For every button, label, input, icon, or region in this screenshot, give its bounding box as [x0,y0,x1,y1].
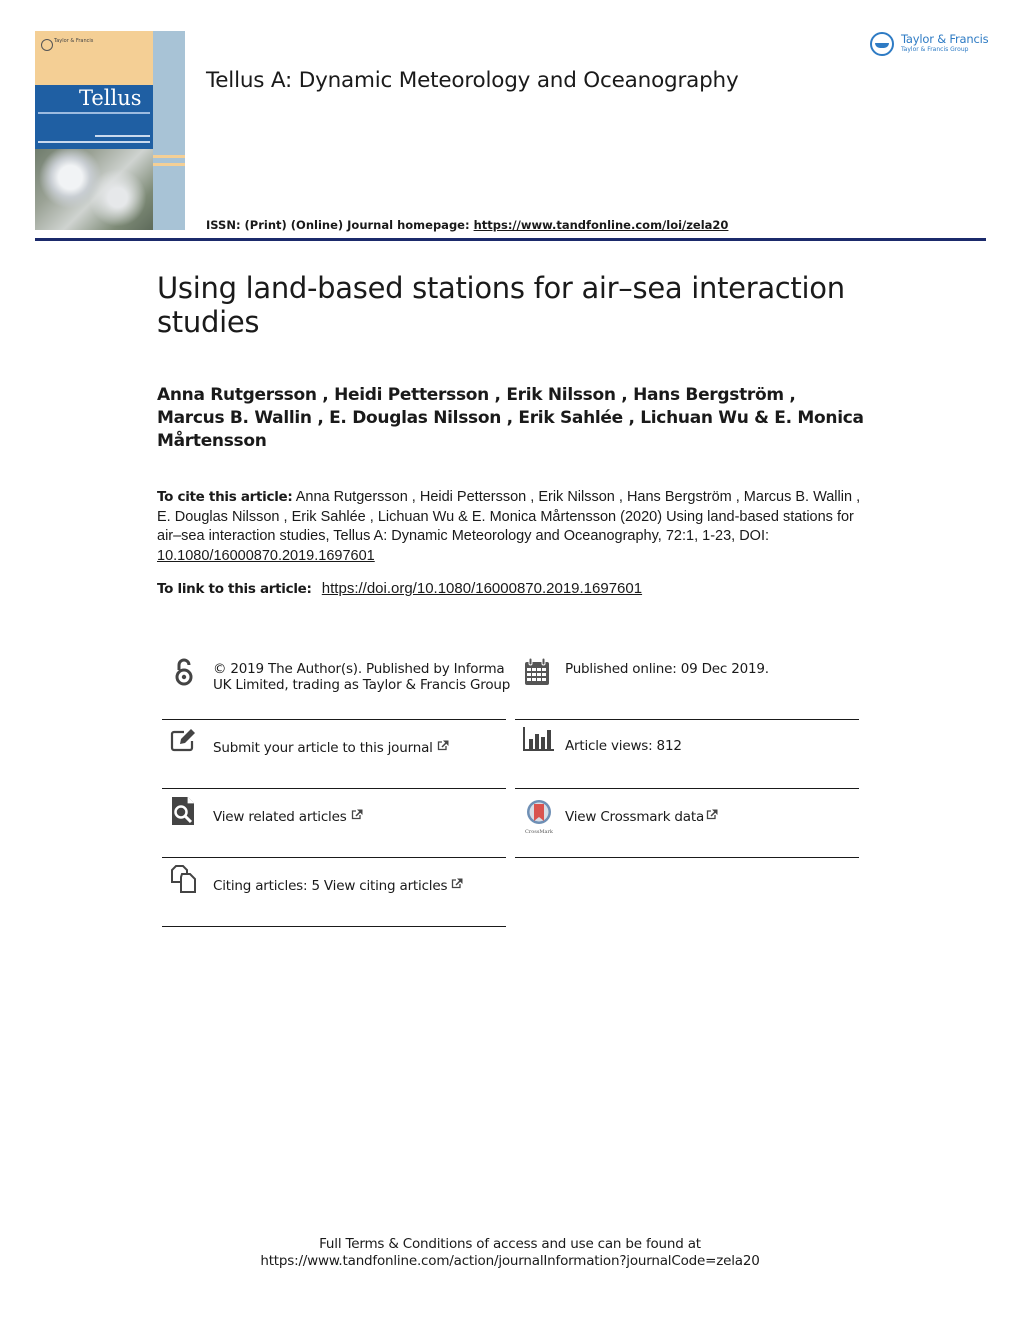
submit-article-label[interactable]: Submit your article to this journal [213,740,433,756]
cover-satellite-image [35,149,153,230]
citing-articles-link[interactable]: Citing articles: 5 View citing articles [162,858,506,927]
search-document-icon [172,797,194,825]
journal-title[interactable]: Tellus A: Dynamic Meteorology and Oceano… [206,68,739,93]
citing-articles-label[interactable]: Citing articles: 5 View citing articles [213,878,447,894]
submit-article-row[interactable]: Submit your article to this journal [213,740,513,756]
article-views-info: Article views: 812 [515,720,859,789]
article-title: Using land-based stations for air–sea in… [157,271,845,339]
link-label: To link to this article: [157,581,312,597]
external-link-icon [452,878,463,889]
taylor-francis-logo[interactable]: Taylor & Francis Taylor & Francis Group [870,32,990,58]
article-doi-url-link[interactable]: https://doi.org/10.1080/16000870.2019.16… [322,580,642,597]
open-access-icon [175,658,193,686]
article-views-count: Article views: 812 [565,738,682,754]
cover-publisher-logo-icon [41,39,53,51]
cover-subtitle-line [38,141,150,143]
cover-publisher-name: Taylor & Francis [54,38,94,44]
header-divider [35,238,986,241]
related-articles-label[interactable]: View related articles [213,809,347,825]
citation-block: To cite this article: Anna Rutgersson , … [157,488,877,567]
citing-documents-icon [171,865,196,893]
cover-strip-band [153,163,185,166]
submit-article-link[interactable]: Submit your article to this journal [162,720,506,789]
crossmark-link[interactable]: CrossMark View Crossmark data [515,789,859,858]
published-date: Published online: 09 Dec 2019. [565,661,769,677]
publisher-group: Taylor & Francis Group [901,46,969,53]
cover-strip-band [153,155,185,158]
external-link-icon [437,740,449,751]
external-link-icon [351,809,363,820]
cover-subtitle-line [95,135,150,137]
crossmark-caption: CrossMark [525,829,554,835]
issn-label: ISSN: (Print) (Online) Journal homepage: [206,218,474,232]
citing-articles-row[interactable]: Citing articles: 5 View citing articles [213,878,513,894]
related-articles-link[interactable]: View related articles [162,789,506,858]
cover-title: Tellus [79,86,142,110]
crossmark-label[interactable]: View Crossmark data [565,809,704,825]
open-access-info: © 2019 The Author(s). Published by Infor… [162,651,510,720]
edit-icon [170,729,195,752]
crossmark-icon: CrossMark [525,800,554,835]
published-online-info: Published online: 09 Dec 2019. [515,651,859,720]
cite-label: To cite this article: [157,489,293,505]
bar-chart-icon [523,727,554,751]
article-authors: Anna Rutgersson , Heidi Pettersson , Eri… [157,385,864,451]
crossmark-row[interactable]: View Crossmark data [565,809,865,825]
publisher-name: Taylor & Francis [901,32,989,46]
calendar-icon [525,657,549,685]
terms-footer: Full Terms & Conditions of access and us… [0,1236,1020,1270]
terms-url[interactable]: https://www.tandfonline.com/action/journ… [0,1253,1020,1270]
journal-cover-image: Taylor & Francis Tellus [35,31,185,230]
copyright-text: © 2019 The Author(s). Published by Infor… [213,661,511,693]
terms-text: Full Terms & Conditions of access and us… [319,1236,701,1252]
journal-homepage-link[interactable]: https://www.tandfonline.com/loi/zela20 [474,218,729,232]
cover-subtitle-line [38,112,150,114]
external-link-icon [706,809,718,820]
issn-line: ISSN: (Print) (Online) Journal homepage:… [206,218,728,232]
cover-strip [153,31,185,230]
related-articles-row[interactable]: View related articles [213,809,513,825]
taylor-francis-logo-icon [870,32,894,56]
doi-link[interactable]: 10.1080/16000870.2019.1697601 [157,548,375,564]
article-link-line: To link to this article: https://doi.org… [157,580,642,597]
